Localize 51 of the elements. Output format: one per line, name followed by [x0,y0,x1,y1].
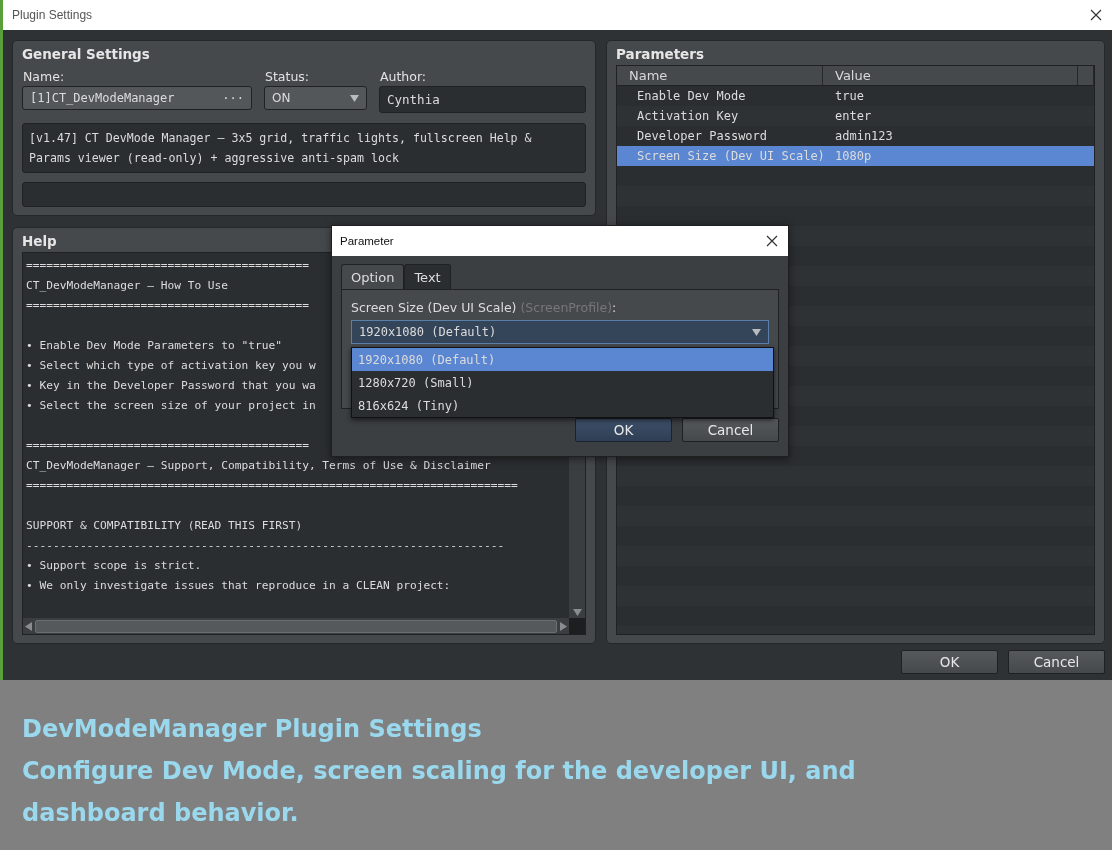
help-line: • Enable Dev Mode Parameters to "true" [26,338,282,354]
cancel-button[interactable]: Cancel [682,418,779,442]
column-header[interactable]: Name [617,66,823,85]
status-dropdown[interactable]: ON [264,86,367,110]
help-line: CT_DevModeManager — How To Use [26,278,229,294]
panel-title: Parameters [616,45,704,64]
caret-icon [752,328,761,336]
tab[interactable]: Option [341,264,405,289]
help-line: ========================================== [26,438,309,454]
ok-button[interactable]: OK [575,418,672,442]
cancel-button[interactable]: Cancel [1008,650,1105,674]
caption-title: DevModeManager Plugin Settings [22,714,483,745]
close-icon[interactable] [766,235,778,247]
horizontal-scrollbar[interactable] [23,618,569,634]
caret-icon [350,94,359,102]
dropdown-option[interactable]: 816x624 (Tiny) [352,394,773,417]
author-field[interactable]: Cynthia [379,86,586,113]
help-line: • Select the screen size of your project in [26,398,316,414]
help-line: • Select which type of activation key you w [26,358,316,374]
help-line: ========================================== [26,258,309,274]
help-line: ========================================== [26,298,309,314]
help-line: ----------------------------------------------------------------------- [26,538,505,554]
field-label: Author: [379,68,428,86]
screen-size-dropdown[interactable]: 1920x1080 (Default) [351,320,769,344]
description-field[interactable]: [v1.47] CT DevMode Manager — 3x5 grid, traffic lights, fullscreen Help & Params viewer (read-only) + aggressive anti-spam lock [22,123,586,173]
dropdown-option[interactable]: 1280x720 (Small) [352,371,773,394]
scroll-down-icon[interactable] [572,609,582,616]
scroll-left-icon[interactable] [25,621,32,631]
field-label: Name: [22,68,66,86]
input-field[interactable] [22,182,586,207]
caption-text: Configure Dev Mode, screen scaling for the developer UI, and dashboard behavior. [22,756,857,829]
help-line: CT_DevModeManager — Support, Compatibility, Terms of Use & Disclaimer [26,458,491,474]
panel-title: General Settings [22,45,150,64]
parameter-row[interactable]: Enable Dev Mode true [617,86,1094,106]
help-line: • Support scope is strict. [26,558,202,574]
help-line: • We only investigate issues that reproduce in a CLEAN project: [26,578,451,594]
dialog-title: Parameter [340,235,394,247]
help-line: • Key in the Developer Password that you wa [26,378,316,394]
field-label: Status: [264,68,311,86]
column-header[interactable]: Value [823,66,1078,85]
close-icon[interactable] [1090,9,1102,21]
tab[interactable]: Text [404,264,451,289]
parameter-row[interactable]: Activation Key enter [617,106,1094,126]
parameter-row[interactable]: Developer Password admin123 [617,126,1094,146]
help-line: ========================================================================= [26,478,518,494]
panel-title: Help [22,232,57,251]
ok-button[interactable]: OK [901,650,998,674]
help-line: SUPPORT & COMPATIBILITY (READ THIS FIRST) [26,518,303,534]
scroll-right-icon[interactable] [560,621,567,631]
window-title: Plugin Settings [12,8,93,22]
name-field[interactable]: [1]CT_DevModeManager ··· [22,86,252,110]
